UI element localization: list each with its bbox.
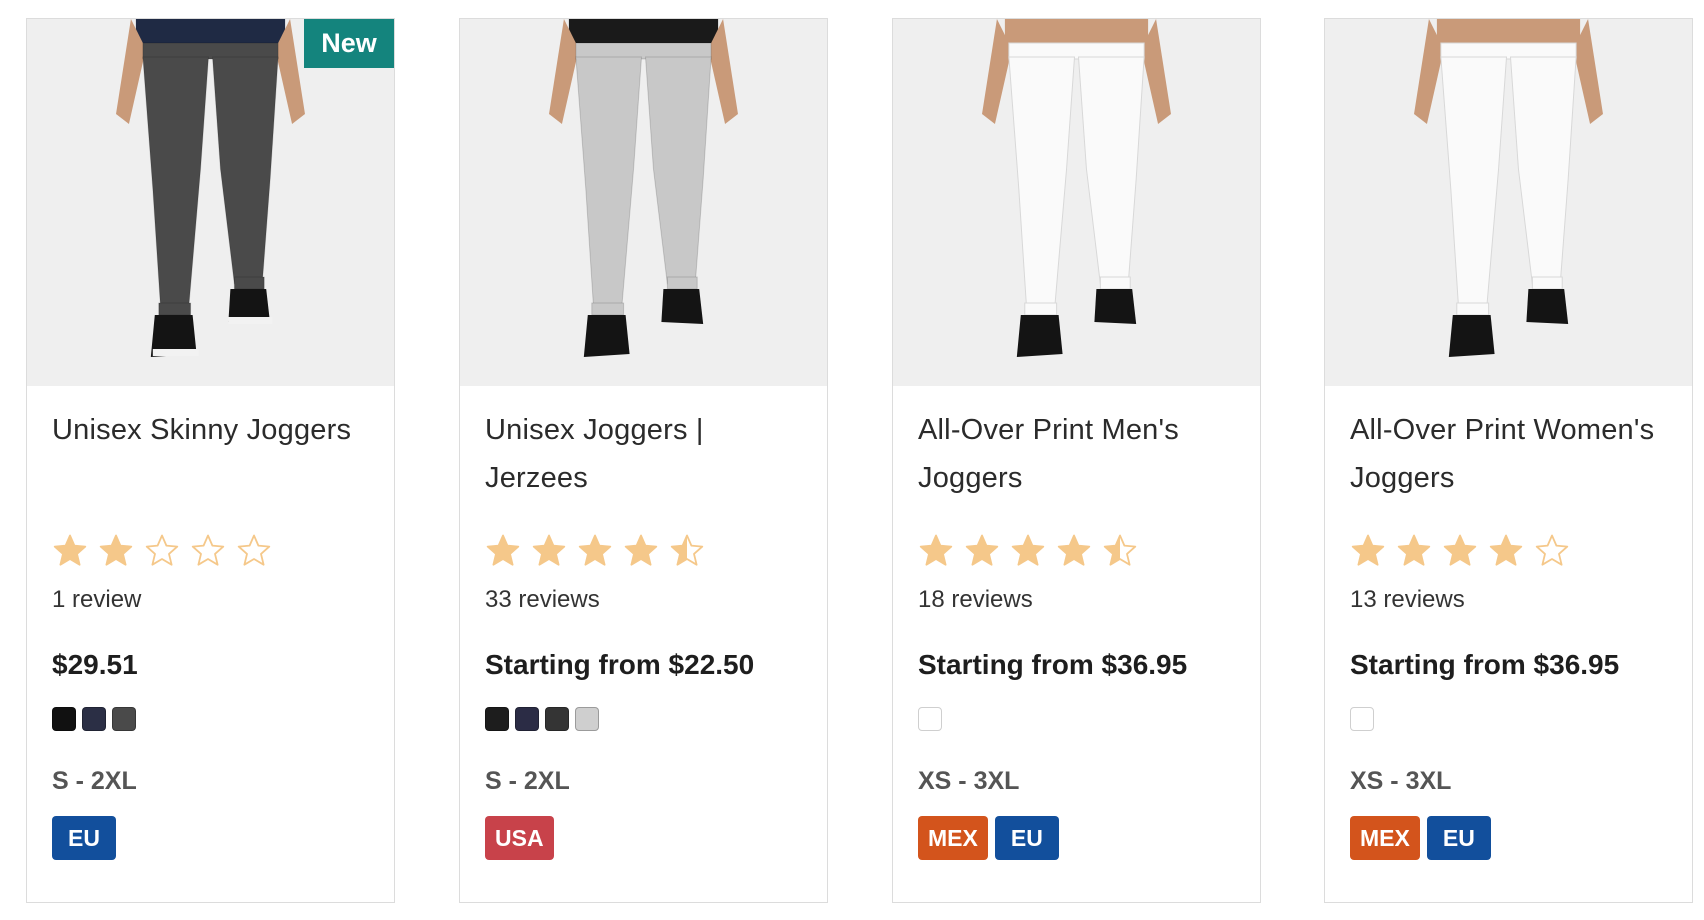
product-grid: New Unisex Skinny Joggers 1 review $29.5… (0, 0, 1704, 920)
star-filled-icon (624, 534, 658, 566)
review-count[interactable]: 1 review (52, 585, 369, 615)
star-empty-icon (1535, 534, 1569, 566)
star-rating (918, 530, 1235, 572)
product-title[interactable]: All-Over Print Men's Joggers (918, 406, 1235, 502)
product-title[interactable]: Unisex Skinny Joggers (52, 406, 369, 502)
review-count[interactable]: 33 reviews (485, 585, 802, 615)
star-filled-icon (1489, 534, 1523, 566)
star-filled-icon (965, 534, 999, 566)
color-swatches (485, 707, 802, 733)
star-empty-icon (145, 534, 179, 566)
star-half-icon (1103, 534, 1137, 566)
star-filled-icon (919, 534, 953, 566)
star-rating (1350, 530, 1667, 572)
color-swatch[interactable] (575, 707, 599, 731)
color-swatches (52, 707, 369, 733)
star-half-icon (670, 534, 704, 566)
fulfillment-regions: USA (485, 816, 802, 860)
color-swatch[interactable] (1350, 707, 1374, 731)
new-badge: New (304, 19, 394, 68)
product-image[interactable]: New (27, 19, 394, 386)
product-photo (116, 19, 305, 357)
star-filled-icon (1011, 534, 1045, 566)
color-swatches (1350, 707, 1667, 733)
size-range: XS - 3XL (1350, 767, 1452, 795)
color-swatches (918, 707, 1235, 733)
product-card[interactable]: New Unisex Skinny Joggers 1 review $29.5… (26, 18, 395, 903)
fulfillment-regions: MEX EU (1350, 816, 1667, 860)
product-title[interactable]: All-Over Print Women's Joggers (1350, 406, 1667, 502)
star-rating (52, 530, 369, 572)
star-empty-icon (237, 534, 271, 566)
star-filled-icon (99, 534, 133, 566)
product-image[interactable] (893, 19, 1260, 386)
star-filled-icon (53, 534, 87, 566)
product-card[interactable]: All-Over Print Women's Joggers 13 review… (1324, 18, 1693, 903)
color-swatch[interactable] (918, 707, 942, 731)
product-price: Starting from $36.95 (918, 649, 1188, 680)
size-range: XS - 3XL (918, 767, 1020, 795)
color-swatch[interactable] (515, 707, 539, 731)
color-swatch[interactable] (52, 707, 76, 731)
color-swatch[interactable] (112, 707, 136, 731)
product-price: $29.51 (52, 649, 138, 680)
fulfillment-regions: EU (52, 816, 369, 860)
product-image[interactable] (1325, 19, 1692, 386)
product-card[interactable]: All-Over Print Men's Joggers 18 reviews … (892, 18, 1261, 903)
product-photo (982, 19, 1171, 357)
star-filled-icon (486, 534, 520, 566)
review-count[interactable]: 13 reviews (1350, 585, 1667, 615)
product-card[interactable]: Unisex Joggers | Jerzees 33 reviews Star… (459, 18, 828, 903)
star-empty-icon (191, 534, 225, 566)
region-badge-mex: MEX (1350, 816, 1420, 860)
region-badge-eu: EU (994, 816, 1059, 860)
review-count[interactable]: 18 reviews (918, 585, 1235, 615)
color-swatch[interactable] (82, 707, 106, 731)
size-range: S - 2XL (52, 767, 137, 795)
star-filled-icon (1397, 534, 1431, 566)
product-photo (1414, 19, 1603, 357)
region-badge-mex: MEX (918, 816, 988, 860)
product-image[interactable] (460, 19, 827, 386)
product-price: Starting from $22.50 (485, 649, 755, 680)
star-filled-icon (1057, 534, 1091, 566)
fulfillment-regions: MEX EU (918, 816, 1235, 860)
product-photo (549, 19, 738, 357)
star-filled-icon (1351, 534, 1385, 566)
region-badge-eu: EU (1426, 816, 1491, 860)
product-title[interactable]: Unisex Joggers | Jerzees (485, 406, 802, 502)
region-badge-usa: USA (485, 816, 554, 860)
star-filled-icon (532, 534, 566, 566)
product-price: Starting from $36.95 (1350, 649, 1620, 680)
size-range: S - 2XL (485, 767, 570, 795)
region-badge-eu: EU (52, 816, 116, 860)
star-filled-icon (1443, 534, 1477, 566)
star-rating (485, 530, 802, 572)
color-swatch[interactable] (485, 707, 509, 731)
star-filled-icon (578, 534, 612, 566)
color-swatch[interactable] (545, 707, 569, 731)
